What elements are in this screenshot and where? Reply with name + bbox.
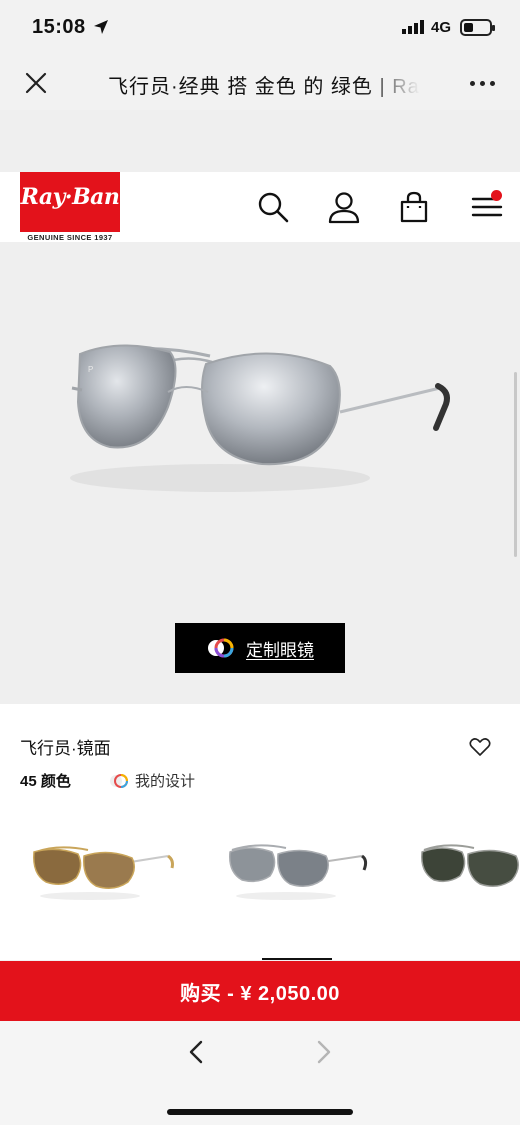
gold-brown-variant[interactable] xyxy=(28,822,178,902)
product-info: 飞行员·镜面 45 颜色 我的设计 xyxy=(0,704,520,960)
status-bar: 15:08 4G xyxy=(0,0,520,56)
signal-icon xyxy=(402,20,424,34)
customize-label: 定制眼镜 xyxy=(246,640,314,660)
close-icon[interactable] xyxy=(24,71,48,95)
status-time: 15:08 xyxy=(32,16,86,38)
colors-count[interactable]: 45 颜色 xyxy=(20,770,71,791)
color-wheel-icon xyxy=(110,773,128,788)
shopping-bag-icon[interactable] xyxy=(397,190,431,224)
color-wheel-icon xyxy=(208,638,234,658)
home-indicator xyxy=(167,1109,353,1115)
more-icon[interactable] xyxy=(470,76,500,90)
account-icon[interactable] xyxy=(327,190,361,224)
customize-button[interactable]: 定制眼镜 xyxy=(175,623,345,673)
product-name: 飞行员·镜面 xyxy=(20,739,111,758)
page-title: 飞行员·经典 搭 金色 的 绿色 | Ray-Ban xyxy=(108,76,420,98)
heart-icon[interactable] xyxy=(469,737,491,757)
site-header: Ray·Ban GENUINE SINCE 1937 xyxy=(0,172,520,242)
network-type: 4G xyxy=(431,19,452,36)
battery-icon xyxy=(460,19,495,36)
search-icon[interactable] xyxy=(256,190,290,224)
svg-text:P: P xyxy=(88,365,93,374)
forward-arrow-icon[interactable] xyxy=(312,1039,334,1065)
carousel-indicator xyxy=(262,958,332,960)
buy-button[interactable]: 购买 - ¥ 2,050.00 xyxy=(0,961,520,1021)
scrollbar[interactable] xyxy=(514,372,517,557)
my-design-link[interactable]: 我的设计 xyxy=(109,770,195,791)
browser-title-bar: 飞行员·经典 搭 金色 的 绿色 | Ray-Ban xyxy=(0,56,520,110)
header-spacer xyxy=(0,110,520,172)
ray-ban-logo[interactable]: Ray·Ban GENUINE SINCE 1937 xyxy=(20,172,120,242)
my-design-label: 我的设计 xyxy=(135,773,196,790)
back-arrow-icon[interactable] xyxy=(186,1039,208,1065)
silver-mirror-variant[interactable] xyxy=(222,822,372,902)
location-arrow-icon xyxy=(94,20,108,34)
browser-bottom-nav xyxy=(0,1021,520,1125)
green-variant[interactable] xyxy=(416,822,520,902)
notification-dot xyxy=(491,190,502,201)
